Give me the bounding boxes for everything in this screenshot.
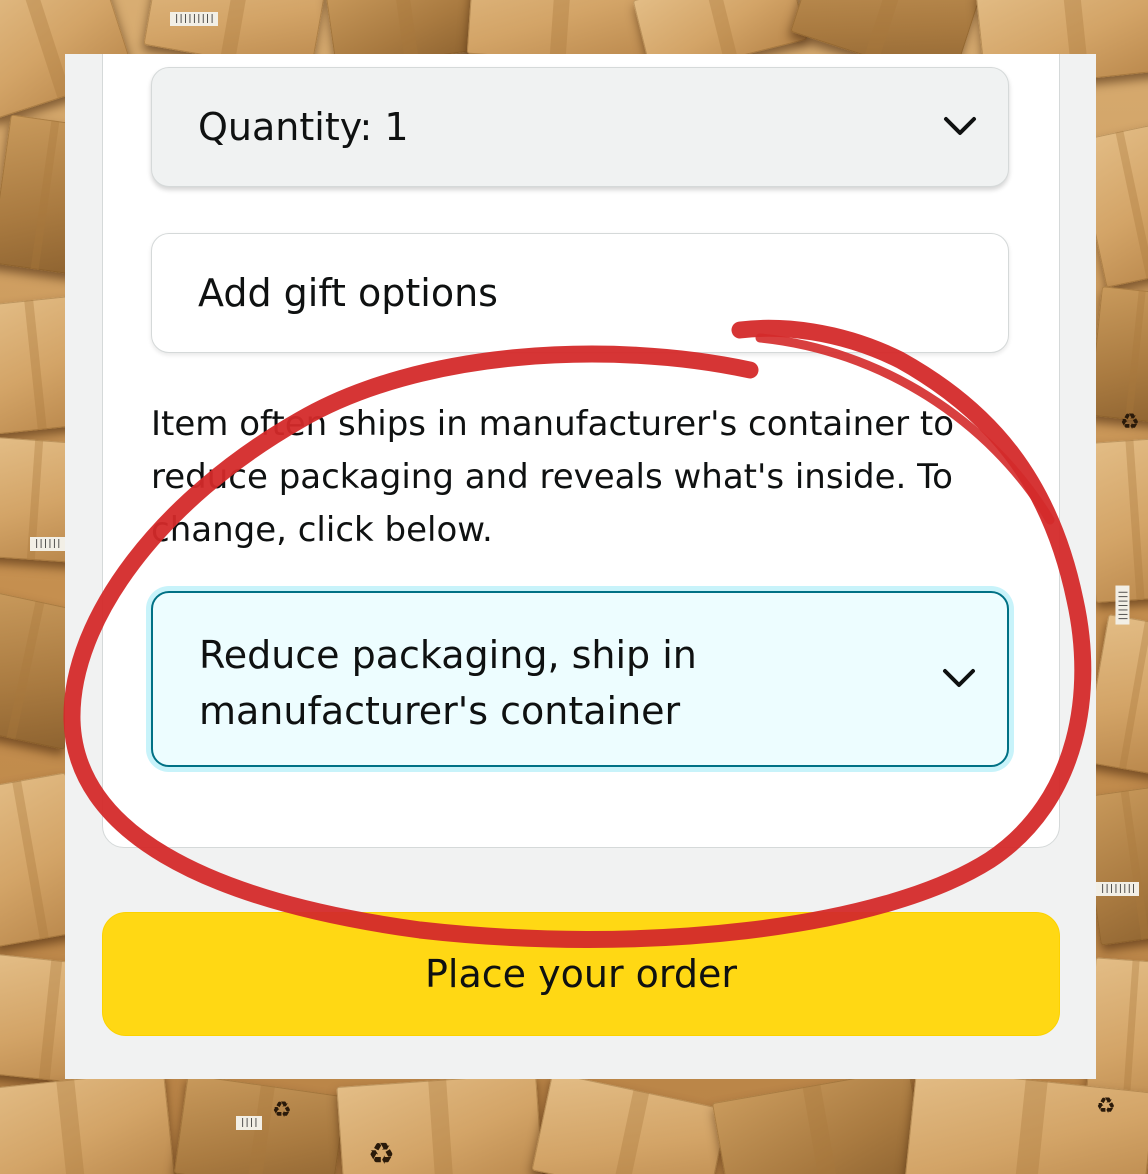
packaging-dropdown[interactable]: Reduce packaging, ship in manufacturer's… [151, 591, 1009, 767]
packaging-note: Item often ships in manufacturer's conta… [151, 404, 955, 550]
barcode-icon: ||||||||| [170, 12, 218, 26]
quantity-label: Quantity: 1 [198, 105, 409, 149]
recycle-icon: ♻ [1120, 410, 1140, 435]
place-order-button[interactable]: Place your order [102, 912, 1060, 1036]
add-gift-options-button[interactable]: Add gift options [151, 233, 1009, 353]
chevron-down-icon [943, 669, 975, 687]
quantity-dropdown[interactable]: Quantity: 1 [151, 67, 1009, 187]
recycle-icon: ♻ [368, 1137, 395, 1172]
barcode-icon: ||||||| [1115, 585, 1130, 625]
barcode-icon: |||| [236, 1116, 262, 1130]
chevron-down-icon [944, 117, 976, 135]
gift-options-label: Add gift options [198, 271, 498, 315]
checkout-screen: Quantity: 1 Add gift options Item often … [65, 54, 1096, 1079]
recycle-icon: ♻ [272, 1098, 292, 1123]
barcode-icon: |||||||| [1096, 882, 1140, 896]
place-order-label: Place your order [425, 952, 737, 996]
barcode-icon: |||||| [30, 537, 65, 551]
recycle-icon: ♻ [1096, 1094, 1116, 1119]
packaging-selected-value: Reduce packaging, ship in manufacturer's… [199, 633, 697, 733]
